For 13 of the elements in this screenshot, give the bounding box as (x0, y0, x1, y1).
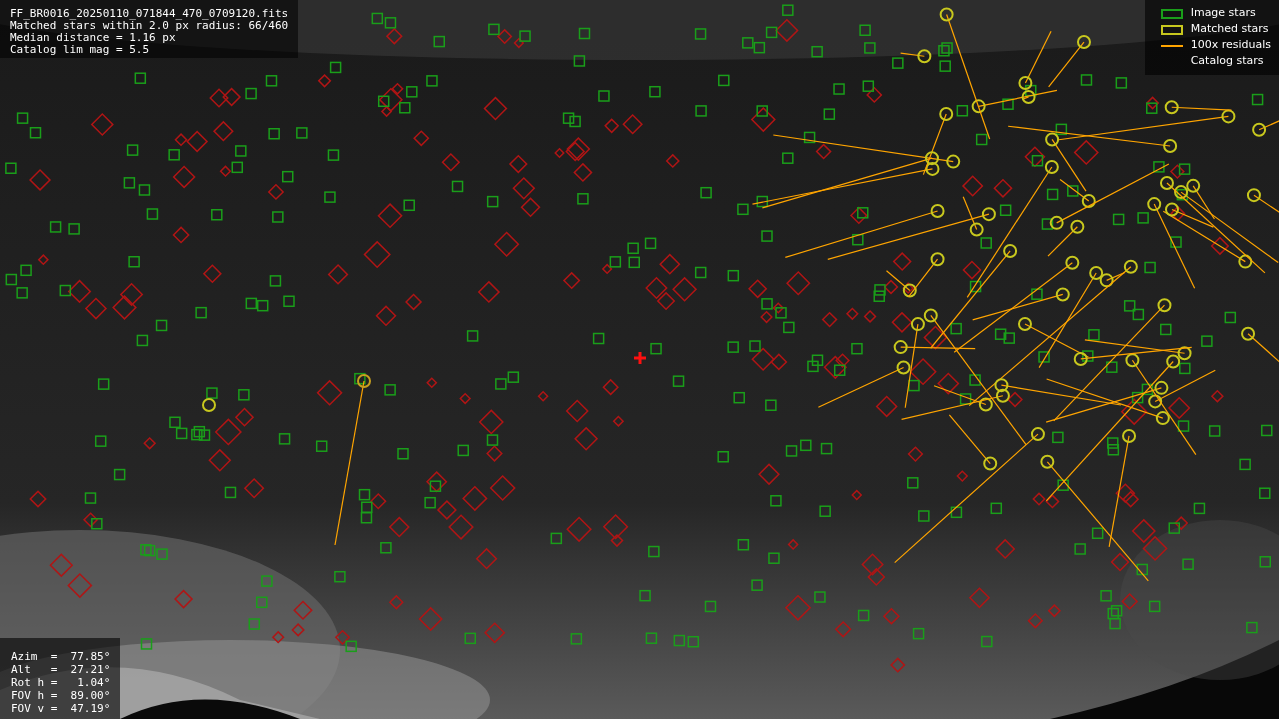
info-text: Matched stars within 2.0 px radius: 66/460 (10, 20, 289, 32)
info-text: Median distance = 1.16 px (10, 32, 177, 44)
pointing-text: Rot h = 1.04° (11, 676, 111, 689)
legend-label: Catalog stars (1190, 53, 1264, 70)
info-text: Catalog lim mag = 5.5 (10, 44, 151, 56)
pointing-text: FOV v = 47.19° (11, 702, 111, 715)
pointing-text: FOV h = 89.00° (11, 689, 111, 702)
info-text: FF_BR0016_20250110_071844_470_0709120.fits (10, 8, 289, 20)
legend-label: 100x residuals (1190, 37, 1271, 54)
legend-label: Image stars (1190, 5, 1256, 22)
pointing-text: Alt = 27.21° (11, 663, 111, 676)
legend-label: Matched stars (1190, 21, 1269, 38)
pointing-text: Azim = 77.85° (11, 650, 111, 663)
